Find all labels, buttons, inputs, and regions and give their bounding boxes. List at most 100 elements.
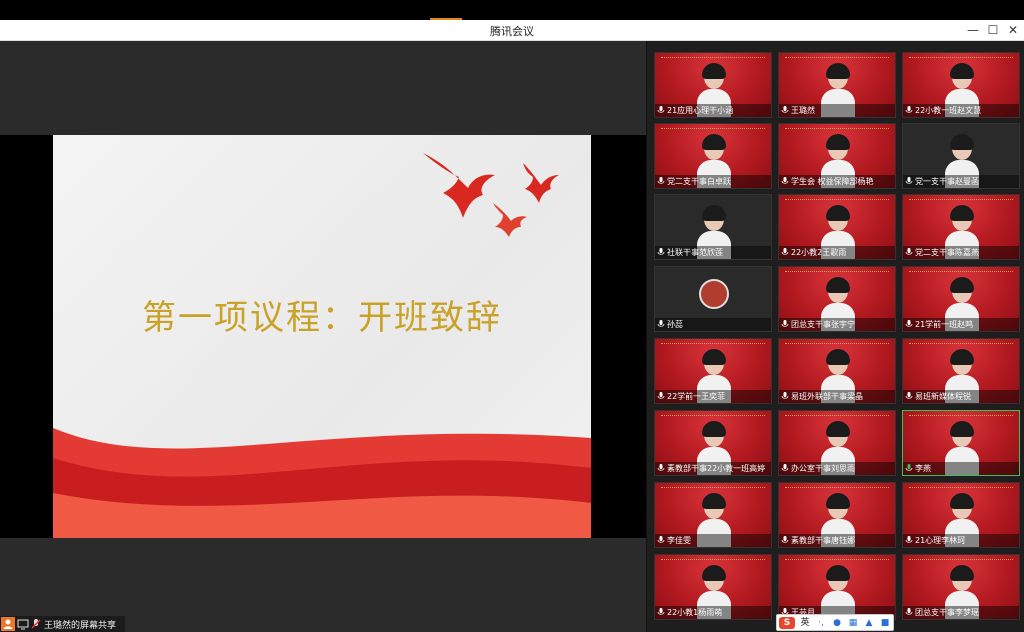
participant-name: 党二支干事陈嘉燕	[903, 246, 1019, 259]
participant-tile[interactable]: 社联干事范欣莲	[654, 194, 772, 260]
participant-tile[interactable]: 党二支干事陈嘉燕	[902, 194, 1020, 260]
banner-decoration	[661, 415, 765, 419]
maximize-button[interactable]: ☐	[984, 22, 1002, 38]
ime-language-toggle[interactable]: 英	[799, 617, 811, 629]
participant-tile[interactable]: 22小教2王歌雨	[778, 194, 896, 260]
microphone-icon	[657, 536, 665, 543]
participant-tile[interactable]: 学生会 权益保障部杨艳	[778, 123, 896, 189]
banner-decoration	[909, 57, 1013, 61]
participant-tile[interactable]: 22学前一王奕菲	[654, 338, 772, 404]
participant-tile[interactable]: 22小教1杨雨萌	[654, 554, 772, 620]
participant-tile[interactable]: 21学前一班赵鸣	[902, 266, 1020, 332]
microphone-icon	[781, 320, 789, 327]
microphone-icon	[781, 536, 789, 543]
banner-decoration	[785, 57, 889, 61]
input-method-toolbar[interactable]: S 英 ·, ● ▦ ▲ ■	[776, 614, 894, 631]
participant-name: 22学前一王奕菲	[655, 390, 771, 403]
microphone-icon	[905, 392, 913, 399]
participant-name: 党一支干事赵曼菡	[903, 175, 1019, 188]
banner-decoration	[661, 343, 765, 347]
microphone-icon	[781, 464, 789, 471]
participant-tile[interactable]: 素教部干事22小教一班高婷	[654, 410, 772, 476]
window-title: 腾讯会议	[490, 25, 534, 38]
banner-decoration	[785, 559, 889, 563]
skin-icon[interactable]: ▲	[863, 617, 875, 629]
microphone-icon	[657, 177, 665, 184]
participant-tile[interactable]: 王璐然	[778, 52, 896, 118]
screen-share-indicator[interactable]: 王璐然的屏幕共享	[0, 616, 125, 632]
participant-tile[interactable]: 21应用心理干小涵	[654, 52, 772, 118]
participant-tile[interactable]: 21心理李林珂	[902, 482, 1020, 548]
banner-decoration	[661, 487, 765, 491]
toolbox-icon[interactable]: ■	[879, 617, 891, 629]
microphone-icon	[657, 608, 665, 615]
participant-tile[interactable]: 李佳雯	[654, 482, 772, 548]
banner-decoration	[909, 487, 1013, 491]
participant-name: 易班外联部干事梁晶	[779, 390, 895, 403]
participant-name: 21学前一班赵鸣	[903, 318, 1019, 331]
participant-tile[interactable]: 团总支干事李梦瑶	[902, 554, 1020, 620]
microphone-icon[interactable]: ●	[831, 617, 843, 629]
avatar	[699, 279, 729, 309]
participant-tile[interactable]: 22小教一班赵文慧	[902, 52, 1020, 118]
participant-name: 易班新媒体程锐	[903, 390, 1019, 403]
microphone-icon	[657, 106, 665, 113]
top-black-bar	[0, 0, 1024, 20]
participant-tile[interactable]: 李燕	[902, 410, 1020, 476]
screen-share-label: 王璐然的屏幕共享	[44, 621, 117, 631]
participant-tile[interactable]: 孙蕊	[654, 266, 772, 332]
title-bar: 腾讯会议 — ☐ ✕	[0, 20, 1024, 41]
participant-tile[interactable]: 办公室干事刘思雨	[778, 410, 896, 476]
participant-tile[interactable]: 王芸月	[778, 554, 896, 620]
microphone-icon	[781, 177, 789, 184]
microphone-icon	[657, 248, 665, 255]
banner-decoration	[661, 559, 765, 563]
banner-decoration	[785, 487, 889, 491]
participant-tile[interactable]: 素教部干事唐钰娜	[778, 482, 896, 548]
participant-name: 22小教一班赵文慧	[903, 104, 1019, 117]
banner-decoration	[661, 128, 765, 132]
punctuation-icon[interactable]: ·,	[815, 617, 827, 629]
participant-name: 素教部干事22小教一班高婷	[655, 462, 771, 475]
participant-name: 李燕	[903, 462, 1019, 475]
participant-name: 21心理李林珂	[903, 534, 1019, 547]
microphone-icon	[905, 464, 913, 471]
participant-name: 李佳雯	[655, 534, 771, 547]
close-button[interactable]: ✕	[1004, 22, 1022, 38]
participant-name: 孙蕊	[655, 318, 771, 331]
banner-decoration	[909, 199, 1013, 203]
participant-name: 21应用心理干小涵	[655, 104, 771, 117]
participant-name: 社联干事范欣莲	[655, 246, 771, 259]
participant-tile[interactable]: 易班外联部干事梁晶	[778, 338, 896, 404]
participant-name: 素教部干事唐钰娜	[779, 534, 895, 547]
shared-screen-area: 第一项议程：开班致辞	[0, 41, 646, 632]
participant-name: 22小教2王歌雨	[779, 246, 895, 259]
user-icon	[1, 617, 15, 631]
sogou-logo-icon: S	[779, 617, 795, 629]
banner-decoration	[785, 199, 889, 203]
banner-decoration	[909, 343, 1013, 347]
participant-name: 22小教1杨雨萌	[655, 606, 771, 619]
microphone-icon	[781, 392, 789, 399]
banner-decoration	[909, 271, 1013, 275]
microphone-icon	[781, 106, 789, 113]
participant-tile[interactable]: 团总支干事张宇宁	[778, 266, 896, 332]
microphone-muted-icon	[31, 619, 41, 629]
participant-tile[interactable]: 党二支干事白卓跃	[654, 123, 772, 189]
keyboard-icon[interactable]: ▦	[847, 617, 859, 629]
participant-gallery[interactable]: 21应用心理干小涵 王璐然 22小教一班赵文慧党二支干事白卓跃 学生会 权益保障部杨艳…	[646, 41, 1024, 632]
banner-decoration	[785, 343, 889, 347]
participant-tile[interactable]: 易班新媒体程锐	[902, 338, 1020, 404]
microphone-icon	[905, 536, 913, 543]
minimize-button[interactable]: —	[964, 22, 982, 38]
participant-tile[interactable]: 党一支干事赵曼菡	[902, 123, 1020, 189]
banner-decoration	[785, 128, 889, 132]
participant-name: 办公室干事刘思雨	[779, 462, 895, 475]
microphone-icon	[657, 464, 665, 471]
microphone-icon	[781, 248, 789, 255]
microphone-icon	[905, 320, 913, 327]
banner-decoration	[785, 415, 889, 419]
microphone-icon	[905, 248, 913, 255]
slide-heading: 第一项议程：开班致辞	[142, 298, 502, 338]
screen-share-icon	[17, 619, 29, 630]
